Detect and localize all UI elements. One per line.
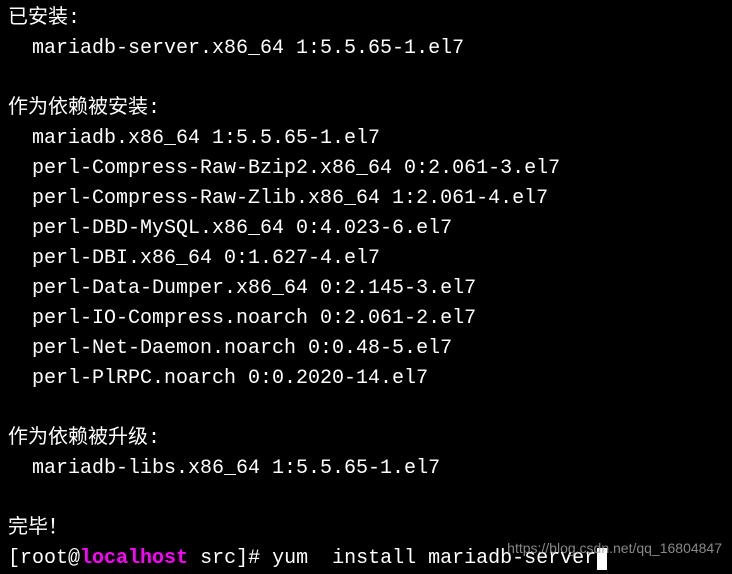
deps-installed-header: 作为依赖被安装: [8,94,724,124]
blank-line [8,394,724,424]
blank-line [8,484,724,514]
deps-installed-package: perl-IO-Compress.noarch 0:2.061-2.el7 [8,304,724,334]
deps-installed-package: perl-DBD-MySQL.x86_64 0:4.023-6.el7 [8,214,724,244]
deps-upgraded-header: 作为依赖被升级: [8,424,724,454]
deps-installed-package: perl-Compress-Raw-Zlib.x86_64 1:2.061-4.… [8,184,724,214]
terminal-output: 已安装: mariadb-server.x86_64 1:5.5.65-1.el… [8,4,724,544]
deps-installed-package: perl-Net-Daemon.noarch 0:0.48-5.el7 [8,334,724,364]
installed-package: mariadb-server.x86_64 1:5.5.65-1.el7 [8,34,724,64]
deps-installed-package: mariadb.x86_64 1:5.5.65-1.el7 [8,124,724,154]
prompt-close: ]# [236,547,272,570]
prompt-host: localhost [80,547,188,570]
deps-installed-package: perl-Data-Dumper.x86_64 0:2.145-3.el7 [8,274,724,304]
prompt-at: @ [68,547,80,570]
blank-line [8,64,724,94]
prompt-user: root [20,547,68,570]
watermark: https://blog.csdn.net/qq_16804847 [507,538,722,559]
prompt-dir: src [200,547,236,570]
prompt-open-bracket: [ [8,547,20,570]
deps-installed-package: perl-Compress-Raw-Bzip2.x86_64 0:2.061-3… [8,154,724,184]
installed-header: 已安装: [8,4,724,34]
deps-installed-package: perl-PlRPC.noarch 0:0.2020-14.el7 [8,364,724,394]
deps-upgraded-package: mariadb-libs.x86_64 1:5.5.65-1.el7 [8,454,724,484]
prompt-space [188,547,200,570]
deps-installed-package: perl-DBI.x86_64 0:1.627-4.el7 [8,244,724,274]
